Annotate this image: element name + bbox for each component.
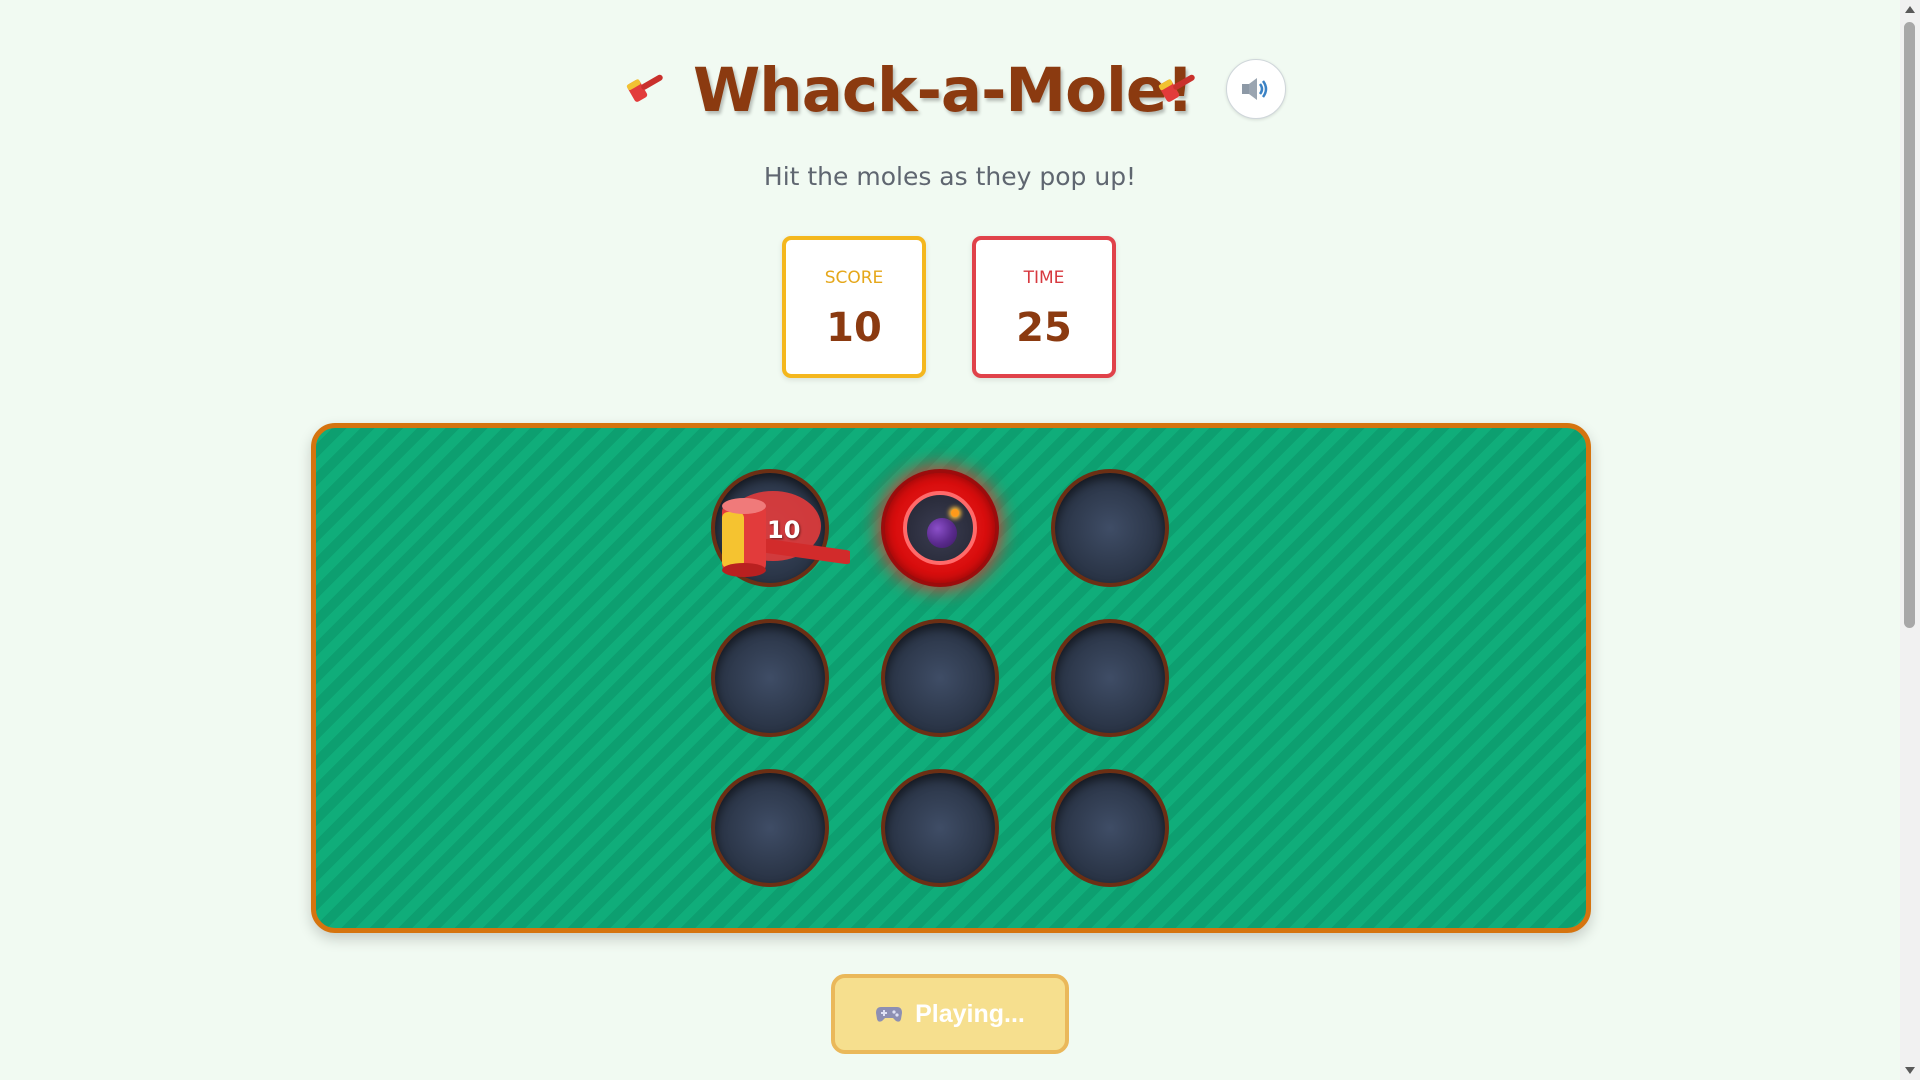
game-controller-icon — [876, 1007, 903, 1022]
score-value: 10 — [826, 305, 882, 351]
time-label: TIME — [1023, 268, 1065, 288]
time-card: TIME 25 — [972, 236, 1116, 378]
fuse-spark-icon — [951, 509, 959, 517]
hole-4[interactable] — [711, 619, 829, 737]
hole-9[interactable] — [1051, 769, 1169, 887]
scroll-thumb[interactable] — [1904, 22, 1915, 628]
page-scrollbar[interactable] — [1900, 0, 1920, 1080]
sound-toggle-button[interactable] — [1226, 59, 1286, 119]
score-label: SCORE — [824, 268, 884, 288]
points-popup: 10 — [767, 516, 801, 544]
hole-3[interactable] — [1051, 469, 1169, 587]
subtitle: Hit the moles as they pop up! — [763, 162, 1137, 191]
scroll-up-icon[interactable] — [1905, 6, 1915, 13]
start-button-label: Playing... — [915, 1000, 1025, 1028]
game-page: Whack-a-Mole! Hit the moles as they pop … — [0, 0, 1900, 1080]
hole-5[interactable] — [881, 619, 999, 737]
hammer-icon — [626, 74, 663, 102]
title-row: Whack-a-Mole! — [0, 56, 1900, 126]
hammer-icon — [1158, 74, 1195, 102]
start-game-button[interactable]: Playing... — [831, 974, 1069, 1054]
bomb-icon — [927, 518, 957, 548]
hole-8[interactable] — [881, 769, 999, 887]
time-value: 25 — [1016, 305, 1072, 351]
page-title: Whack-a-Mole! — [693, 55, 1194, 126]
score-card: SCORE 10 — [782, 236, 926, 378]
bomb-ring — [903, 491, 977, 565]
hole-2-bomb[interactable] — [881, 469, 999, 587]
hole-1[interactable]: 10 — [711, 469, 829, 587]
hole-7[interactable] — [711, 769, 829, 887]
speaker-icon — [1242, 78, 1268, 100]
hole-6[interactable] — [1051, 619, 1169, 737]
scroll-down-icon[interactable] — [1905, 1067, 1915, 1074]
